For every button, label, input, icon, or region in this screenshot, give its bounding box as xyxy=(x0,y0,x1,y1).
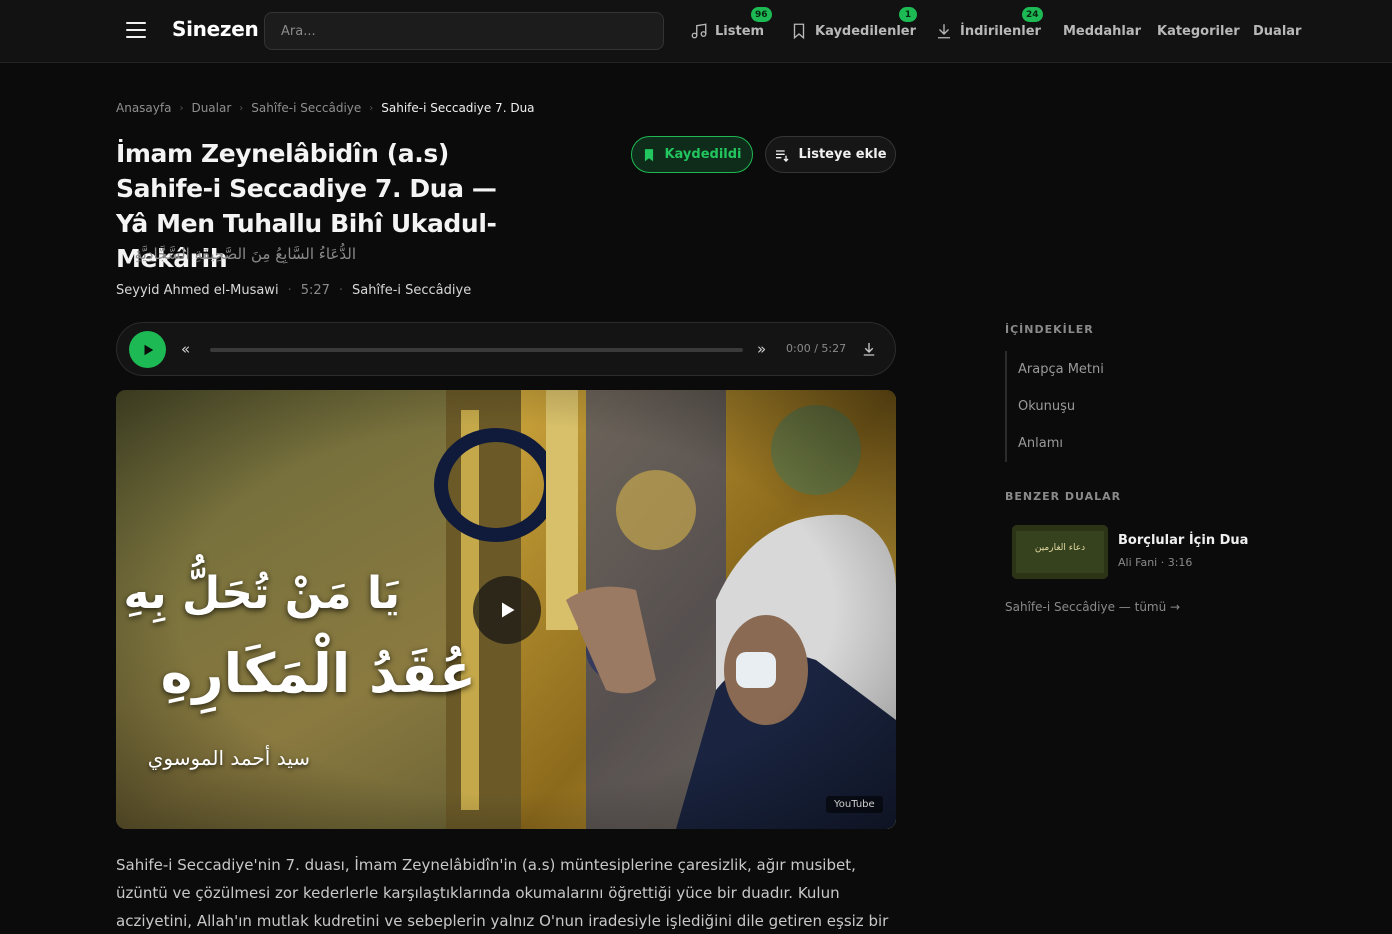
similar-heading: BENZER DUALAR xyxy=(1005,490,1122,503)
play-button[interactable] xyxy=(129,331,166,368)
table-of-contents: Arapça Metni Okunuşu Anlamı xyxy=(1005,351,1205,462)
saved-button-label: Kaydedildi xyxy=(664,147,742,162)
similar-item-title: Borçlular İçin Dua xyxy=(1118,533,1249,548)
add-to-list-label: Listeye ekle xyxy=(798,147,887,162)
video-arabic-line-1: يَا مَنْ تُحَلُّ بِهِ xyxy=(123,568,400,619)
nav-meddahlar[interactable]: Meddahlar xyxy=(1063,20,1141,42)
track-meta: Seyyid Ahmed el-Musawi · 5:27 · Sahîfe-i… xyxy=(116,283,471,298)
toc-heading: İÇİNDEKİLER xyxy=(1005,323,1094,336)
track-duration: 5:27 xyxy=(300,283,330,298)
breadcrumb-collection[interactable]: Sahîfe-i Seccâdiye xyxy=(251,101,361,115)
breadcrumb-separator: › xyxy=(239,102,244,114)
nav-indirilenler-label: İndirilenler xyxy=(960,23,1041,39)
play-icon xyxy=(144,344,153,355)
music-note-icon xyxy=(691,23,707,39)
fast-forward-icon[interactable]: » xyxy=(757,340,766,358)
listem-count-badge: 96 xyxy=(751,7,772,22)
breadcrumb-anasayfa[interactable]: Anasayfa xyxy=(116,101,171,115)
bookmark-filled-icon xyxy=(645,148,654,161)
view-all-link[interactable]: Sahîfe-i Seccâdiye — tümü → xyxy=(1005,600,1180,614)
similar-item-meta: Ali Fani · 3:16 xyxy=(1118,556,1193,569)
collection-link[interactable]: Sahîfe-i Seccâdiye xyxy=(352,283,471,298)
breadcrumb: Anasayfa › Dualar › Sahîfe-i Seccâdiye ›… xyxy=(116,101,535,115)
nav-kaydedilenler-label: Kaydedilenler xyxy=(815,23,917,39)
play-icon xyxy=(502,602,515,618)
nav-kategoriler[interactable]: Kategoriler xyxy=(1157,20,1240,42)
top-header: Sinezen Listem 96 Kaydedilenler 1 İndiri… xyxy=(0,0,1392,63)
saved-button[interactable]: Kaydedildi xyxy=(631,136,753,173)
playlist-add-icon xyxy=(776,149,789,162)
reciter-link[interactable]: Seyyid Ahmed el-Musawi xyxy=(116,283,279,298)
search-input[interactable] xyxy=(264,12,664,50)
nav-listem[interactable]: Listem 96 xyxy=(690,7,772,42)
audio-player: « » 0:00 / 5:27 xyxy=(116,322,896,376)
progress-bar[interactable] xyxy=(210,348,743,352)
nav-kaydedilenler[interactable]: Kaydedilenler 1 xyxy=(790,7,917,42)
video-play-button[interactable] xyxy=(473,576,541,644)
nav-indirilenler[interactable]: İndirilenler 24 xyxy=(935,7,1043,42)
nav-listem-label: Listem xyxy=(715,23,765,39)
video-embed[interactable]: يَا مَنْ تُحَلُّ بِهِ عُقَدُ الْمَكَارِه… xyxy=(116,390,896,829)
similar-item-thumbnail: دعاء الغارمين xyxy=(1012,525,1108,579)
video-reciter-name: سيد أحمد الموسوي xyxy=(147,746,310,770)
meta-separator: · xyxy=(287,283,292,298)
toc-item-meaning[interactable]: Anlamı xyxy=(1007,425,1205,462)
toc-item-arabic[interactable]: Arapça Metni xyxy=(1007,351,1205,388)
description-text: Sahife-i Seccadiye'nin 7. duası, İmam Ze… xyxy=(116,856,889,930)
add-to-list-button[interactable]: Listeye ekle xyxy=(765,136,896,173)
hamburger-menu-icon[interactable] xyxy=(126,22,146,38)
breadcrumb-separator: › xyxy=(369,102,374,114)
thumbnail-text: دعاء الغارمين xyxy=(1034,543,1086,553)
breadcrumb-current: Sahife-i Seccadiye 7. Dua xyxy=(381,101,535,115)
nav-dualar[interactable]: Dualar xyxy=(1253,20,1301,42)
video-arabic-line-2: عُقَدُ الْمَكَارِهِ xyxy=(160,642,476,705)
toc-item-reading[interactable]: Okunuşu xyxy=(1007,388,1205,425)
arabic-subtitle: الدُّعَاءُ السَّابِعُ مِنَ الصَّحِيفَةِ … xyxy=(134,245,356,263)
rewind-icon[interactable]: « xyxy=(181,340,190,358)
time-display: 0:00 / 5:27 xyxy=(786,342,847,355)
download-icon xyxy=(938,24,950,39)
breadcrumb-dualar[interactable]: Dualar xyxy=(191,101,231,115)
indirilenler-count-badge: 24 xyxy=(1022,7,1043,22)
bookmark-icon xyxy=(793,23,805,40)
download-icon[interactable] xyxy=(860,340,878,358)
site-logo[interactable]: Sinezen xyxy=(172,17,259,41)
breadcrumb-separator: › xyxy=(179,102,184,114)
similar-item[interactable]: دعاء الغارمين Borçlular İçin Dua Ali Fan… xyxy=(1012,525,1272,580)
youtube-logo[interactable]: YouTube xyxy=(826,796,883,813)
meta-separator: · xyxy=(338,283,344,298)
kaydedilenler-count-badge: 1 xyxy=(899,7,917,22)
